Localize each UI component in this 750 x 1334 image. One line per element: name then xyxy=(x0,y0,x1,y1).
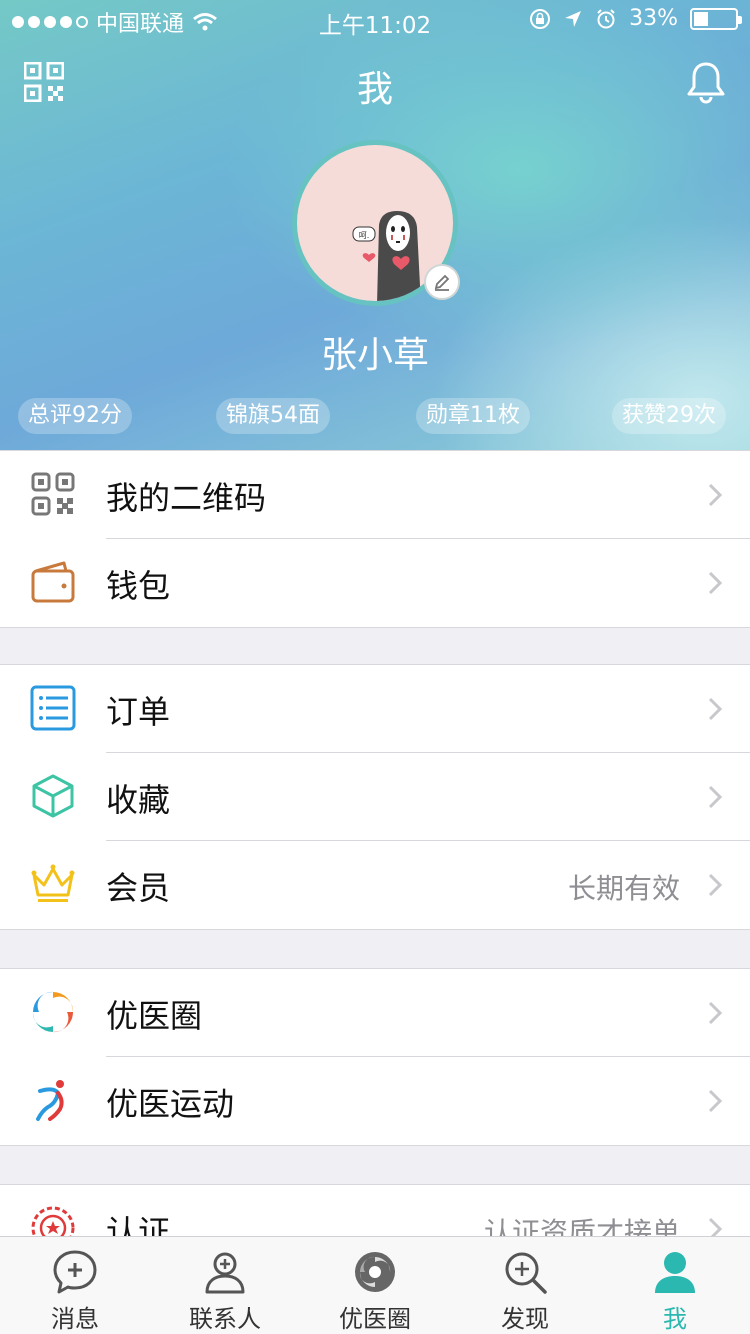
profile-header: 中国联通 上午11:02 33% 我 呵. 张小草 总评92分 锦旗54面 勋章… xyxy=(0,0,750,450)
menu-label: 我的二维码 xyxy=(106,479,267,517)
alarm-icon xyxy=(597,8,615,28)
menu-item-my-qr-code[interactable]: 我的二维码 xyxy=(0,451,750,539)
rotation-lock-icon xyxy=(530,8,551,29)
menu-item-youyiquan[interactable]: 优医圈 xyxy=(0,969,750,1057)
menu-label: 优医运动 xyxy=(106,1085,235,1123)
location-arrow-icon xyxy=(565,10,582,27)
chevron-right-icon xyxy=(708,873,722,897)
tab-me[interactable]: 我 xyxy=(600,1237,750,1334)
tab-label: 联系人 xyxy=(189,1305,261,1333)
tab-bar: 消息 联系人 优医圈 发现 我 xyxy=(0,1236,750,1334)
edit-avatar-button[interactable] xyxy=(424,264,460,300)
chat-icon xyxy=(53,1250,97,1294)
menu-item-youyi-sport[interactable]: 优医运动 xyxy=(0,1057,750,1145)
contact-icon xyxy=(205,1252,245,1294)
chevron-right-icon xyxy=(708,483,722,507)
tab-label: 优医圈 xyxy=(339,1305,411,1333)
qr-code-icon xyxy=(31,472,75,516)
chevron-right-icon xyxy=(708,697,722,721)
person-icon xyxy=(655,1252,695,1293)
chevron-right-icon xyxy=(708,571,722,595)
menu-label: 收藏 xyxy=(106,781,171,819)
menu-group-2: 订单 收藏 会员 长期有效 xyxy=(0,664,750,930)
runner-icon xyxy=(36,1080,64,1121)
battery-percent: 33% xyxy=(629,6,678,31)
menu-label: 会员 xyxy=(106,869,171,907)
page-title: 我 xyxy=(356,69,393,110)
menu-group-3: 优医圈 优医运动 xyxy=(0,968,750,1146)
chevron-right-icon xyxy=(708,785,722,809)
wallet-icon xyxy=(31,561,75,603)
menu-label: 优医圈 xyxy=(106,997,203,1035)
stat-rating[interactable]: 总评92分 xyxy=(18,398,132,434)
list-icon xyxy=(30,685,76,731)
search-icon xyxy=(505,1252,547,1294)
username: 张小草 xyxy=(320,335,429,376)
crown-icon xyxy=(31,864,75,902)
tab-label: 消息 xyxy=(51,1305,99,1333)
menu-group-1: 我的二维码 钱包 xyxy=(0,450,750,628)
swirl-icon xyxy=(355,1252,395,1292)
menu-item-wallet[interactable]: 钱包 xyxy=(0,539,750,627)
tab-discover[interactable]: 发现 xyxy=(450,1237,600,1334)
membership-status: 长期有效 xyxy=(567,872,680,905)
chevron-right-icon xyxy=(708,1001,722,1025)
menu-item-favorites[interactable]: 收藏 xyxy=(0,753,750,841)
avatar-speech-text: 呵. xyxy=(359,231,370,240)
tab-label: 我 xyxy=(663,1305,687,1333)
status-bar: 中国联通 上午11:02 33% xyxy=(0,0,750,40)
pencil-icon xyxy=(434,274,450,291)
tab-label: 发现 xyxy=(501,1305,549,1333)
stats-bar: 总评92分 锦旗54面 勋章11枚 获赞29次 xyxy=(0,398,750,434)
swirl-icon xyxy=(32,991,74,1033)
menu-label: 钱包 xyxy=(106,567,171,605)
battery-icon xyxy=(690,7,742,30)
bell-icon[interactable] xyxy=(684,60,728,104)
tab-messages[interactable]: 消息 xyxy=(0,1237,150,1334)
stat-likes[interactable]: 获赞29次 xyxy=(612,398,726,434)
menu-item-membership[interactable]: 会员 长期有效 xyxy=(0,841,750,929)
menu-label: 订单 xyxy=(106,693,171,731)
cube-icon xyxy=(32,774,74,818)
stat-medals[interactable]: 勋章11枚 xyxy=(416,398,530,434)
tab-contacts[interactable]: 联系人 xyxy=(150,1237,300,1334)
tab-youyiquan[interactable]: 优医圈 xyxy=(300,1237,450,1334)
stat-pennants[interactable]: 锦旗54面 xyxy=(216,398,330,434)
menu-item-orders[interactable]: 订单 xyxy=(0,665,750,753)
chevron-right-icon xyxy=(708,1089,722,1113)
